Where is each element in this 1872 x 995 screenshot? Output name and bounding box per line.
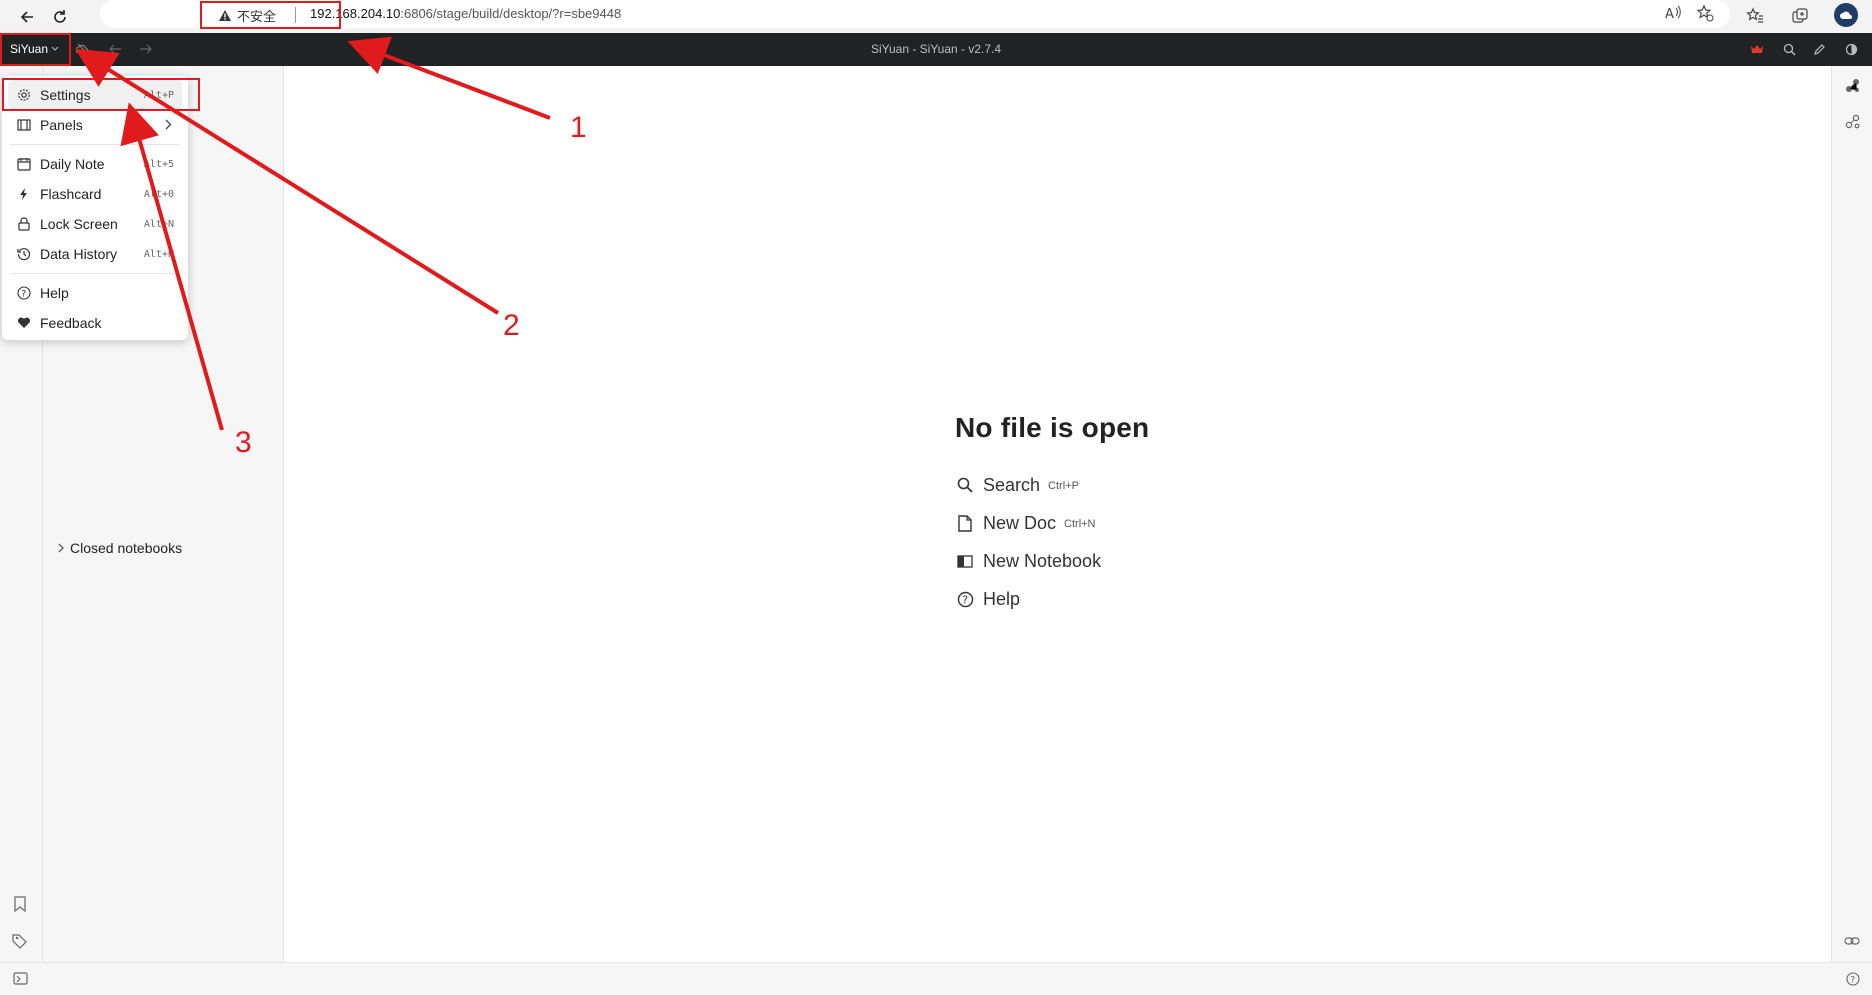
dock-toggle-icon[interactable] <box>13 972 28 990</box>
menu-item-data-history-label: Data History <box>40 246 118 262</box>
sync-off-icon[interactable] <box>74 40 92 58</box>
doc-icon <box>955 513 975 533</box>
menu-item-data-history-shortcut: Alt+H <box>143 248 174 260</box>
edit-icon[interactable] <box>1810 40 1828 58</box>
url-text[interactable]: 192.168.204.10:6806/stage/build/desktop/… <box>310 6 621 21</box>
menu-item-help[interactable]: ? Help <box>2 278 188 308</box>
heart-icon <box>16 315 32 331</box>
screenshot-root: 不安全 192.168.204.10:6806/stage/build/desk… <box>0 0 1872 995</box>
lock-icon <box>16 216 32 232</box>
back-icon[interactable] <box>14 4 40 30</box>
chevron-right-icon <box>165 117 172 133</box>
backlink-icon[interactable] <box>1844 934 1860 952</box>
chevron-right-icon <box>58 543 64 553</box>
url-path: /stage/build/desktop/?r=sbe9448 <box>432 6 622 21</box>
empty-state: No file is open Search Ctrl+P New Doc Ct… <box>955 412 1149 618</box>
notebook-icon <box>955 551 975 571</box>
menu-item-data-history[interactable]: Data History Alt+H <box>2 239 188 269</box>
menu-item-help-label: Help <box>40 285 69 301</box>
empty-action-new-notebook[interactable]: New Notebook <box>955 542 1149 580</box>
back-arrow-icon[interactable] <box>106 40 124 58</box>
annotation-box-url <box>200 1 341 29</box>
svg-text:A: A <box>1665 7 1674 21</box>
annotation-number-2: 2 <box>503 309 520 342</box>
collections-icon[interactable] <box>1787 4 1813 28</box>
help-icon[interactable]: ? <box>1846 972 1860 991</box>
annotation-number-3: 3 <box>235 426 252 459</box>
svg-text:?: ? <box>1850 976 1855 986</box>
empty-action-help[interactable]: ? Help <box>955 580 1149 618</box>
empty-action-search[interactable]: Search Ctrl+P <box>955 466 1149 504</box>
bolt-icon <box>16 186 32 202</box>
annotation-box-settings <box>2 78 200 111</box>
right-dock <box>1831 66 1872 962</box>
theme-toggle-icon[interactable] <box>1842 40 1860 58</box>
svg-text:?: ? <box>962 593 968 606</box>
menu-item-lock-screen-label: Lock Screen <box>40 216 118 232</box>
empty-action-new-doc-label: New Doc <box>983 512 1057 533</box>
menu-item-feedback-label: Feedback <box>40 315 102 331</box>
menu-item-flashcard-label: Flashcard <box>40 186 102 202</box>
calendar-icon <box>16 156 32 172</box>
empty-action-new-notebook-label: New Notebook <box>983 550 1102 571</box>
menu-item-feedback[interactable]: Feedback <box>2 308 188 338</box>
graph-view-icon[interactable] <box>1845 78 1861 99</box>
empty-action-search-shortcut: Ctrl+P <box>1048 480 1079 492</box>
status-bar: ? <box>0 962 1872 995</box>
cloud-icon <box>1840 11 1852 19</box>
svg-text:?: ? <box>21 290 26 300</box>
bookmark-icon[interactable] <box>13 896 27 917</box>
empty-action-search-label: Search <box>983 474 1041 495</box>
history-icon <box>16 246 32 262</box>
menu-item-daily-note-shortcut: Alt+5 <box>143 158 174 170</box>
favorites-icon[interactable] <box>1742 4 1768 28</box>
empty-action-help-label: Help <box>983 588 1021 609</box>
menu-item-lock-screen[interactable]: Lock Screen Alt+N <box>2 209 188 239</box>
global-graph-icon[interactable] <box>1845 114 1861 135</box>
address-bar[interactable]: 不安全 192.168.204.10:6806/stage/build/desk… <box>100 0 1730 28</box>
help-icon: ? <box>16 285 32 301</box>
help-icon: ? <box>955 589 975 609</box>
empty-action-new-doc[interactable]: New Doc Ctrl+N <box>955 504 1149 542</box>
closed-notebooks-toggle[interactable]: Closed notebooks <box>58 540 182 556</box>
closed-notebooks-label: Closed notebooks <box>70 540 183 556</box>
url-port: :6806 <box>400 6 433 21</box>
crown-icon[interactable] <box>1748 40 1766 58</box>
annotation-box-brand <box>0 33 71 66</box>
empty-action-new-doc-shortcut: Ctrl+N <box>1064 518 1096 530</box>
menu-item-flashcard-shortcut: Alt+0 <box>143 188 174 200</box>
menu-separator <box>10 273 180 274</box>
empty-state-title: No file is open <box>955 412 1150 443</box>
menu-item-flashcard[interactable]: Flashcard Alt+0 <box>2 179 188 209</box>
menu-separator <box>10 144 180 145</box>
forward-arrow-icon[interactable] <box>137 40 155 58</box>
menu-item-daily-note[interactable]: Daily Note Alt+5 <box>2 149 188 179</box>
window-title: SiYuan - SiYuan - v2.7.4 <box>870 42 1002 56</box>
favorite-add-icon[interactable] <box>1692 1 1718 25</box>
tag-icon[interactable] <box>12 933 28 954</box>
app-toolbar: SiYuan SiYuan - SiYuan - v2.7.4 <box>0 33 1872 66</box>
menu-item-panels-label: Panels <box>40 117 83 133</box>
search-icon <box>955 475 975 495</box>
search-icon[interactable] <box>1780 40 1798 58</box>
read-aloud-icon[interactable]: A <box>1660 1 1686 25</box>
panel-icon <box>16 117 32 133</box>
menu-item-daily-note-label: Daily Note <box>40 156 105 172</box>
main-menu: Settings Alt+P Panels Daily Note Alt+5 F… <box>2 76 188 340</box>
menu-item-lock-screen-shortcut: Alt+N <box>143 218 174 230</box>
annotation-number-1: 1 <box>570 111 587 144</box>
reload-icon[interactable] <box>47 4 73 30</box>
menu-item-panels[interactable]: Panels <box>2 110 188 140</box>
profile-avatar[interactable] <box>1834 3 1858 27</box>
